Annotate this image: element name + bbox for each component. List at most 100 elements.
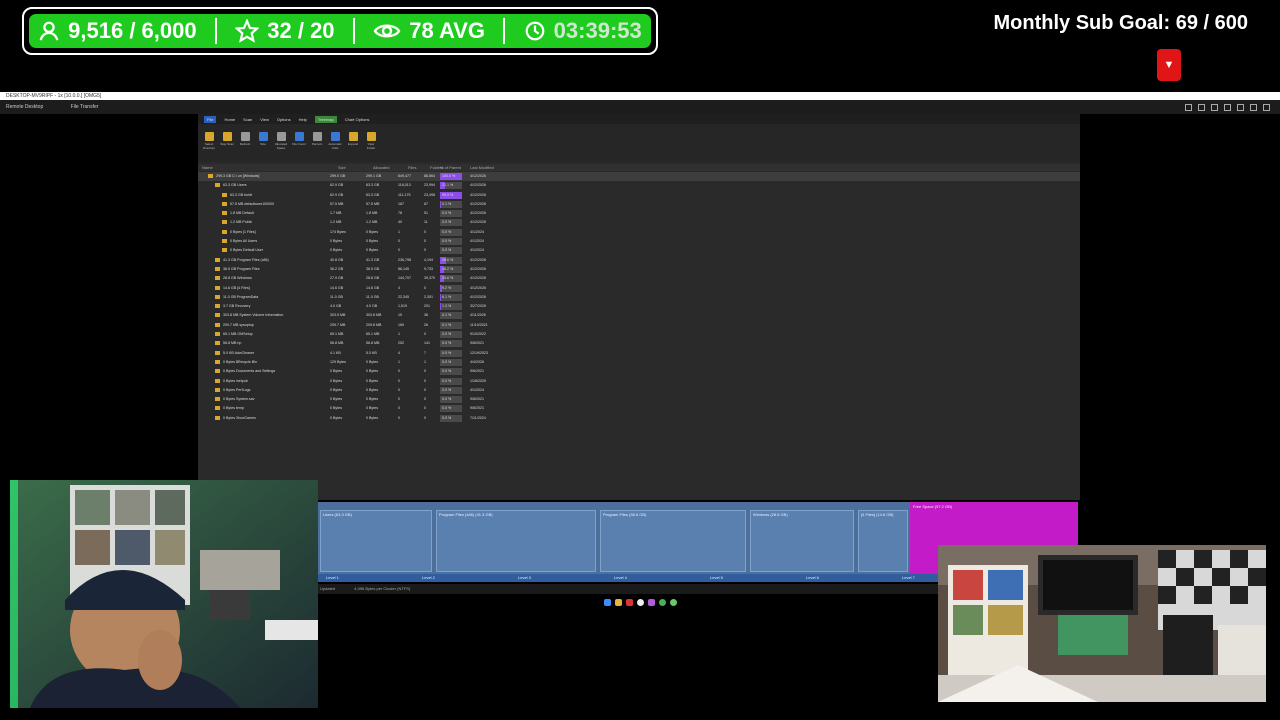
ribbon-button[interactable]: Size — [256, 124, 270, 162]
app-icon[interactable] — [625, 598, 633, 606]
cell-size: 174 Bytes — [330, 229, 346, 234]
tree-row[interactable]: 0 Bytes $Recycle.Bin 129 Bytes 0 Bytes 1 1 4/… — [198, 358, 1080, 367]
tree-row[interactable]: 1.2 MB Public 1.2 MB 1.2 MB 40 11 4/12/2026 0.… — [198, 218, 1080, 227]
tree-row[interactable]: 0 Bytes Default User 0 Bytes 0 Bytes 0 0 4/1/… — [198, 246, 1080, 255]
minimize-icon[interactable] — [1250, 103, 1257, 111]
clipboard-icon[interactable] — [1211, 103, 1218, 111]
ribbon-button-label: Expand — [347, 142, 359, 146]
cell-alloc: 28.8 GB — [366, 276, 380, 281]
ribbon-tab[interactable]: Home — [224, 117, 235, 122]
fullscreen-icon[interactable] — [1237, 103, 1244, 111]
tree-row[interactable]: 0 Bytes XboxGames 0 Bytes 0 Bytes 0 0 7/11/20… — [198, 414, 1080, 423]
column-header-cell[interactable]: Allocated — [373, 165, 389, 170]
windows-start-icon[interactable] — [603, 598, 611, 606]
ribbon-tab[interactable]: File — [204, 115, 217, 123]
cell-alloc: 0 Bytes — [366, 406, 378, 411]
tree-row[interactable]: 28.8 GB Windows 27.9 GB 28.8 GB 144,707 39,3… — [198, 274, 1080, 283]
tree-row[interactable]: 0 Bytes All Users 0 Bytes 0 Bytes 0 0 4/1/202… — [198, 237, 1080, 246]
tree-row[interactable]: 41.3 GB Program Files (x86) 40.8 GB 41.3 G… — [198, 256, 1080, 265]
app-icon[interactable] — [669, 598, 677, 606]
tree-row[interactable]: 11.0 GB ProgramData 11.0 GB 11.0 GB 22,345 2… — [198, 293, 1080, 302]
cell-pct: 0.1 % — [442, 322, 452, 327]
ribbon-tab[interactable]: Scan — [243, 117, 252, 122]
ribbon-tab[interactable]: View — [260, 117, 269, 122]
percent-bar: 9.2 % — [440, 284, 462, 292]
treemap-block[interactable]: Windows (28.8 GB) — [750, 510, 854, 572]
close-icon[interactable] — [1263, 103, 1270, 111]
cell-date: 4/1/2024 — [470, 239, 484, 244]
ribbon-tab[interactable]: Help — [299, 117, 307, 122]
column-header-cell[interactable]: % of Parent — [440, 165, 461, 170]
column-header-cell[interactable]: Name — [202, 165, 213, 170]
cell-pct: 100.0 % — [442, 174, 456, 178]
cell-pct: 0.0 % — [442, 341, 452, 346]
ribbon-button[interactable]: Stop Scan — [220, 124, 234, 162]
ribbon-tab[interactable]: Treemap — [314, 115, 337, 123]
tree-row[interactable]: 303.8 MB System Volume Information 303.5 … — [198, 311, 1080, 320]
cell-folders: 26 — [424, 322, 428, 327]
tree-row[interactable]: 0 Bytes temp 0 Bytes 0 Bytes 0 0 9/8/2021 0.0 … — [198, 404, 1080, 413]
treemap-block[interactable]: Program Files (36.5 GB) — [600, 510, 746, 572]
tree-row[interactable]: 0 Bytes inetpub 0 Bytes 0 Bytes 0 0 1/18/2025… — [198, 377, 1080, 386]
treemap-block[interactable]: Program Files (x86) (41.3 GB) — [436, 510, 596, 572]
tree-row[interactable]: 3.7 GB Recovery 4.0 GB 4.0 GB 1,519 201 3/27/… — [198, 302, 1080, 311]
column-header-cell[interactable]: Last Modified — [470, 165, 494, 170]
tree-row[interactable]: 0 Bytes [1 Files] 174 Bytes 0 Bytes 1 0 4/1/2… — [198, 228, 1080, 237]
cell-pct: 0.0 % — [442, 332, 452, 337]
cell-folders: 0 — [424, 387, 426, 392]
tree-row[interactable]: 57.5 MB defaultuser100000 57.5 MB 57.5 MB 1… — [198, 200, 1080, 209]
treemap-block[interactable]: Users (63.3 GB) — [320, 510, 432, 572]
ribbon-button[interactable]: View Folder — [364, 124, 378, 162]
folder-icon — [215, 294, 220, 299]
tree-row[interactable]: 65.1 MB OMSetup 65.1 MB 65.1 MB 1 0 9/10/2022… — [198, 330, 1080, 339]
folder-icon — [222, 201, 227, 206]
percent-bar: 0.0 % — [440, 331, 462, 339]
ribbon-button[interactable]: Automatic Units — [328, 124, 342, 162]
app-icon[interactable] — [647, 598, 655, 606]
treemap-chart[interactable]: Users (63.3 GB) Program Files (x86) (41.3… — [318, 502, 910, 574]
tree-row[interactable]: 209.7 MB sysoptup 209.7 MB 209.8 MB 169 26 11… — [198, 321, 1080, 330]
tree-row[interactable]: 36.5 GB Program Files 36.2 GB 36.5 GB 86,14… — [198, 265, 1080, 274]
percent-bar: 18.2 % — [440, 265, 462, 273]
percent-bar: 0.0 % — [440, 414, 462, 422]
cell-date: 4/4/2026 — [470, 359, 484, 364]
tree-row[interactable]: 56.8 MB hp 56.8 MB 56.8 MB 252 141 9/8/2021 0.… — [198, 339, 1080, 348]
ribbon-button[interactable]: Select Directory — [202, 124, 216, 162]
cell-size: 62.9 GB — [330, 192, 344, 197]
tree-row[interactable]: 0 Bytes System.sav 0 Bytes 0 Bytes 0 0 9/8/20… — [198, 395, 1080, 404]
ribbon-tab[interactable]: Options — [277, 117, 291, 122]
tree-row[interactable]: 14.6 GB [4 Files] 14.6 GB 14.6 GB 4 0 4/12/20… — [198, 284, 1080, 293]
column-header-cell[interactable]: Size — [338, 165, 346, 170]
tree-row[interactable]: 63.3 GB turbit 62.9 GB 63.3 GB 111,175 23,49… — [198, 191, 1080, 200]
column-header-cell[interactable]: Files — [408, 165, 416, 170]
cell-date: 4/12/2026 — [470, 294, 486, 299]
chat-icon[interactable] — [1224, 103, 1231, 111]
tree-row[interactable]: 1.8 MB Default 1.7 MB 1.8 MB 78 51 4/12/2026 0… — [198, 209, 1080, 218]
tree-row[interactable]: 5.0 KB AdwCleaner 4.1 KB 5.0 KB 4 7 12/19/202… — [198, 349, 1080, 358]
tree-row[interactable]: 0 Bytes Documents and Settings 0 Bytes 0 B… — [198, 367, 1080, 376]
chrome-icon[interactable] — [658, 598, 666, 606]
settings-icon[interactable] — [1185, 103, 1192, 111]
ribbon-button[interactable]: File Count — [292, 124, 306, 162]
cell-name: 11.0 GB ProgramData — [223, 294, 259, 299]
cell-folders: 0 — [424, 248, 426, 253]
ribbon-button[interactable]: Expand — [346, 124, 360, 162]
tab-file-transfer[interactable]: File Transfer — [71, 104, 99, 110]
tree-row[interactable]: 63.3 GB Users 62.9 GB 63.3 GB 118,013 23,994… — [198, 181, 1080, 190]
tree-row[interactable]: 0 Bytes PerfLogs 0 Bytes 0 Bytes 0 0 4/1/2024… — [198, 386, 1080, 395]
treemap-block[interactable]: [4 Files] (14.6 GB) — [858, 510, 908, 572]
folder-icon — [215, 183, 220, 188]
file-explorer-icon[interactable] — [614, 598, 622, 606]
ribbon-button[interactable]: Percent — [310, 124, 324, 162]
tree-row[interactable]: 299.3 GB C:\ on [Windows] 299.0 GB 299.1 G… — [198, 172, 1080, 182]
folder-icon — [222, 211, 227, 216]
level-label: Level 5 — [710, 575, 723, 580]
ribbon-tab[interactable]: Chart Options — [345, 117, 370, 122]
toolbar-icon — [240, 132, 250, 141]
ribbon-button[interactable]: Refresh — [238, 124, 252, 162]
cell-size: 4.1 KB — [330, 350, 341, 355]
monitor-icon[interactable] — [1198, 103, 1205, 111]
tab-remote-desktop[interactable]: Remote Desktop — [6, 104, 43, 110]
app-icon[interactable] — [636, 598, 644, 606]
ribbon-button[interactable]: Allocated Space — [274, 124, 288, 162]
